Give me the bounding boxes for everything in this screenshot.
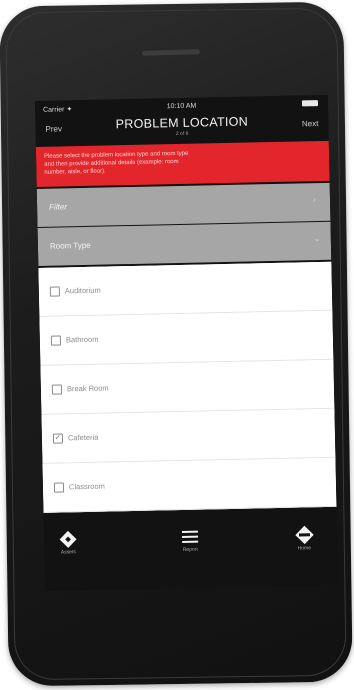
room-type-label: Room Type <box>49 240 91 251</box>
diamond-sign-icon <box>294 525 314 545</box>
checkbox-classroom[interactable] <box>53 482 65 493</box>
room-type-label: Cafeteria <box>67 432 99 443</box>
menu-icon <box>181 530 199 543</box>
room-type-list: Auditorium Bathroom Break Room ✓ Cafeter… <box>38 261 337 513</box>
tab-label: Report <box>182 546 198 553</box>
filter-label: Filter <box>49 202 67 212</box>
room-type-label: Bathroom <box>65 334 99 345</box>
tab-report[interactable]: Report <box>160 526 221 553</box>
tab-assets[interactable]: Assets <box>38 529 99 556</box>
chevron-right-icon: › <box>312 195 316 205</box>
instruction-banner: Please select the problem location type … <box>35 140 330 187</box>
room-type-section-header[interactable]: Room Type ⌄ <box>37 221 332 266</box>
tab-bar: Assets Report Home <box>43 517 339 591</box>
checkbox-bathroom[interactable] <box>50 335 62 346</box>
phone-frame: Carrier ✦ 10:10 AM Prev PROBLEM LOCATION… <box>0 1 353 687</box>
tab-label: Assets <box>60 549 76 556</box>
tab-label: Home <box>297 545 312 552</box>
room-type-row[interactable]: Bathroom <box>39 310 334 366</box>
battery-icon <box>301 100 319 107</box>
room-type-row[interactable]: Break Room <box>40 359 335 415</box>
tab-home[interactable]: Home <box>274 524 335 552</box>
room-type-row[interactable]: Auditorium <box>38 261 333 317</box>
room-type-label: Break Room <box>66 383 109 394</box>
room-type-row[interactable]: Classroom <box>42 457 337 513</box>
checkbox-break-room[interactable] <box>51 384 63 395</box>
diamond-icon <box>59 530 77 548</box>
next-button[interactable]: Next <box>302 119 319 128</box>
room-type-row[interactable]: ✓ Cafeteria <box>41 408 336 464</box>
app-screen: Carrier ✦ 10:10 AM Prev PROBLEM LOCATION… <box>34 94 339 591</box>
filter-section-header[interactable]: Filter › <box>36 182 331 227</box>
status-time: 10:10 AM <box>166 102 197 111</box>
checkbox-cafeteria[interactable]: ✓ <box>52 433 64 444</box>
checkbox-auditorium[interactable] <box>49 286 60 297</box>
room-type-label: Classroom <box>68 481 105 492</box>
chevron-down-icon: ⌄ <box>313 234 321 244</box>
room-type-label: Auditorium <box>64 285 101 296</box>
